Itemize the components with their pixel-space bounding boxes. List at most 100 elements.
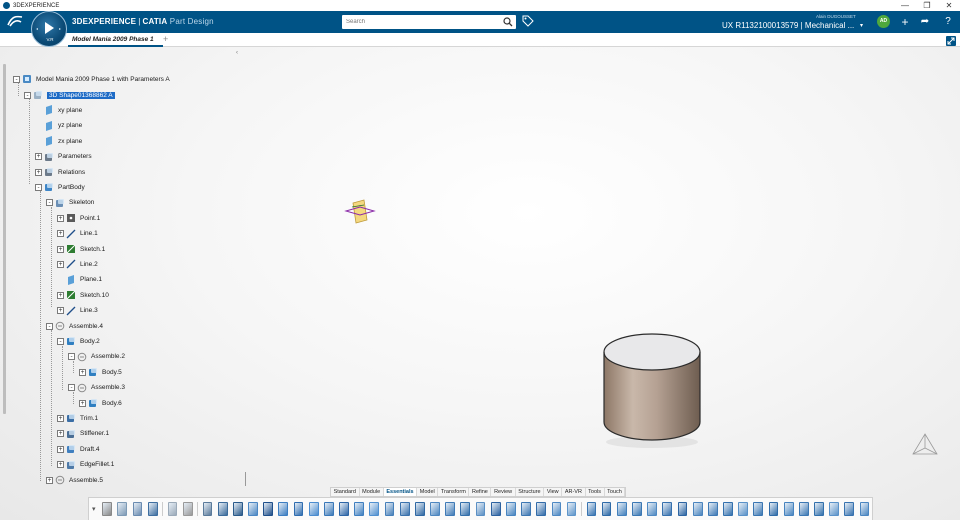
tree-item[interactable]: + Trim.1 <box>57 412 98 424</box>
rib-icon[interactable] <box>354 502 365 516</box>
close-button[interactable]: ✕ <box>938 0 960 11</box>
tree-expander[interactable]: + <box>57 414 64 422</box>
tree-item[interactable]: Plane.1 <box>57 274 102 286</box>
tree-item[interactable]: zx plane <box>35 135 82 147</box>
tab-review[interactable]: Review <box>491 488 516 496</box>
sew-surface-icon[interactable] <box>586 502 597 516</box>
pad-icon[interactable] <box>278 502 289 516</box>
tab-standard[interactable]: Standard <box>331 488 360 496</box>
tree-item[interactable]: - Skeleton <box>46 197 94 209</box>
pattern-icon[interactable] <box>662 502 673 516</box>
tab-module[interactable]: Module <box>360 488 384 496</box>
tree-expander[interactable]: + <box>57 291 64 299</box>
intersect-icon[interactable] <box>738 502 749 516</box>
stiffener-tool-icon[interactable] <box>384 502 395 516</box>
search-icon[interactable] <box>503 17 513 27</box>
undo-icon[interactable] <box>147 502 158 516</box>
tab-refine[interactable]: Refine <box>469 488 492 496</box>
tab-essentials[interactable]: Essentials <box>383 488 418 496</box>
tree-item[interactable]: - Body.2 <box>57 335 100 347</box>
hole-icon[interactable] <box>339 502 349 516</box>
boolean-remove-icon[interactable] <box>723 502 733 516</box>
tree-root[interactable]: - Model Mania 2009 Phase 1 with Paramete… <box>13 73 170 85</box>
tree-item[interactable]: yz plane <box>35 120 82 132</box>
tree-item[interactable]: + Body.5 <box>79 366 122 378</box>
knowledge-icon[interactable] <box>783 502 794 516</box>
tree-expander[interactable]: + <box>35 168 42 176</box>
rule-icon[interactable] <box>814 502 824 516</box>
formula-icon[interactable] <box>798 502 809 516</box>
tree-item[interactable]: + Assemble.5 <box>46 474 103 486</box>
view-compass-icon[interactable] <box>908 430 942 460</box>
compass-quadrant-east[interactable]: ▸ <box>59 26 61 31</box>
tree-item[interactable]: + Point.1 <box>57 212 100 224</box>
tree-item[interactable]: - PartBody <box>35 181 85 193</box>
plane-tool-icon[interactable] <box>248 502 258 516</box>
tree-expander[interactable]: - <box>35 183 42 191</box>
scale-icon[interactable] <box>677 502 688 516</box>
tree-item[interactable]: + Relations <box>35 166 85 178</box>
tab-structure[interactable]: Structure <box>516 488 545 496</box>
replace-face-icon[interactable] <box>521 502 531 516</box>
chevron-down-icon[interactable]: ▾ <box>860 22 863 29</box>
remove-face-icon[interactable] <box>505 502 516 516</box>
cylinder-body[interactable] <box>598 330 706 448</box>
edge-fillet-icon[interactable] <box>414 502 425 516</box>
search-input[interactable] <box>342 15 492 29</box>
tree-item[interactable]: + EdgeFillet.1 <box>57 459 114 471</box>
tree-expander[interactable]: - <box>13 75 20 83</box>
tree-expander[interactable]: + <box>57 245 64 253</box>
tree-item[interactable]: + Line.1 <box>57 228 98 240</box>
axis-icon[interactable] <box>263 502 274 516</box>
tree-expander[interactable]: + <box>57 445 64 453</box>
compass-icon[interactable]: ◂ ▸ V.R <box>31 11 67 47</box>
tree-item[interactable]: + Stiffener.1 <box>57 428 109 440</box>
draft-tool-icon[interactable] <box>445 502 456 516</box>
tree-item[interactable]: + Parameters <box>35 151 92 163</box>
tree-item[interactable]: - 3D Shape01368862 A <box>24 89 115 101</box>
check-icon[interactable] <box>829 502 840 516</box>
collab-space[interactable]: UX R1132100013579 | Mechanical ... <box>722 21 854 30</box>
tree-expander[interactable]: + <box>57 260 64 268</box>
add-icon[interactable]: + <box>898 15 912 29</box>
remove-lump-icon[interactable] <box>768 502 779 516</box>
tree-expander[interactable]: + <box>35 153 42 161</box>
tree-expander[interactable]: - <box>46 322 53 330</box>
mirror-icon[interactable] <box>647 502 657 516</box>
line-tool-icon[interactable] <box>232 502 243 516</box>
tree-item[interactable]: + Sketch.10 <box>57 289 109 301</box>
tree-expander[interactable]: - <box>68 353 75 361</box>
shaft-icon[interactable] <box>308 502 319 516</box>
measure-icon[interactable] <box>692 502 703 516</box>
tree-expander[interactable]: - <box>68 384 75 392</box>
help-icon[interactable]: ? <box>941 15 955 29</box>
rotate-icon[interactable] <box>616 502 627 516</box>
tree-item[interactable]: + Sketch.1 <box>57 243 105 255</box>
tree-item[interactable]: + Line.2 <box>57 258 98 270</box>
copy-icon[interactable] <box>117 502 128 516</box>
tree-expander[interactable]: + <box>79 399 86 407</box>
split-icon[interactable] <box>536 502 547 516</box>
tab-touch[interactable]: Touch <box>605 488 626 496</box>
chamfer-icon[interactable] <box>430 502 440 516</box>
tree-expander[interactable]: - <box>24 91 31 99</box>
tree-expander[interactable]: + <box>57 230 64 238</box>
slot-icon[interactable] <box>369 502 380 516</box>
tree-item[interactable]: + Body.6 <box>79 397 122 409</box>
tab-model[interactable]: Model <box>417 488 439 496</box>
axis-system-icon[interactable] <box>344 196 376 228</box>
close-surface-icon[interactable] <box>566 502 577 516</box>
tree-item[interactable]: + Draft.4 <box>57 443 100 455</box>
gear-icon[interactable] <box>167 502 178 516</box>
fullscreen-icon[interactable] <box>946 36 956 46</box>
table-icon[interactable] <box>859 502 870 516</box>
tree-expander[interactable]: + <box>57 307 64 315</box>
tag-icon[interactable] <box>522 15 534 27</box>
symmetry-icon[interactable] <box>632 502 642 516</box>
tree-item[interactable]: - Assemble.4 <box>46 320 103 332</box>
sketch-tool-icon[interactable] <box>202 502 213 516</box>
pocket-icon[interactable] <box>293 502 304 516</box>
tree-item[interactable]: xy plane <box>35 104 82 116</box>
point-tool-icon[interactable] <box>182 502 193 516</box>
maximize-button[interactable]: ❐ <box>916 0 938 11</box>
